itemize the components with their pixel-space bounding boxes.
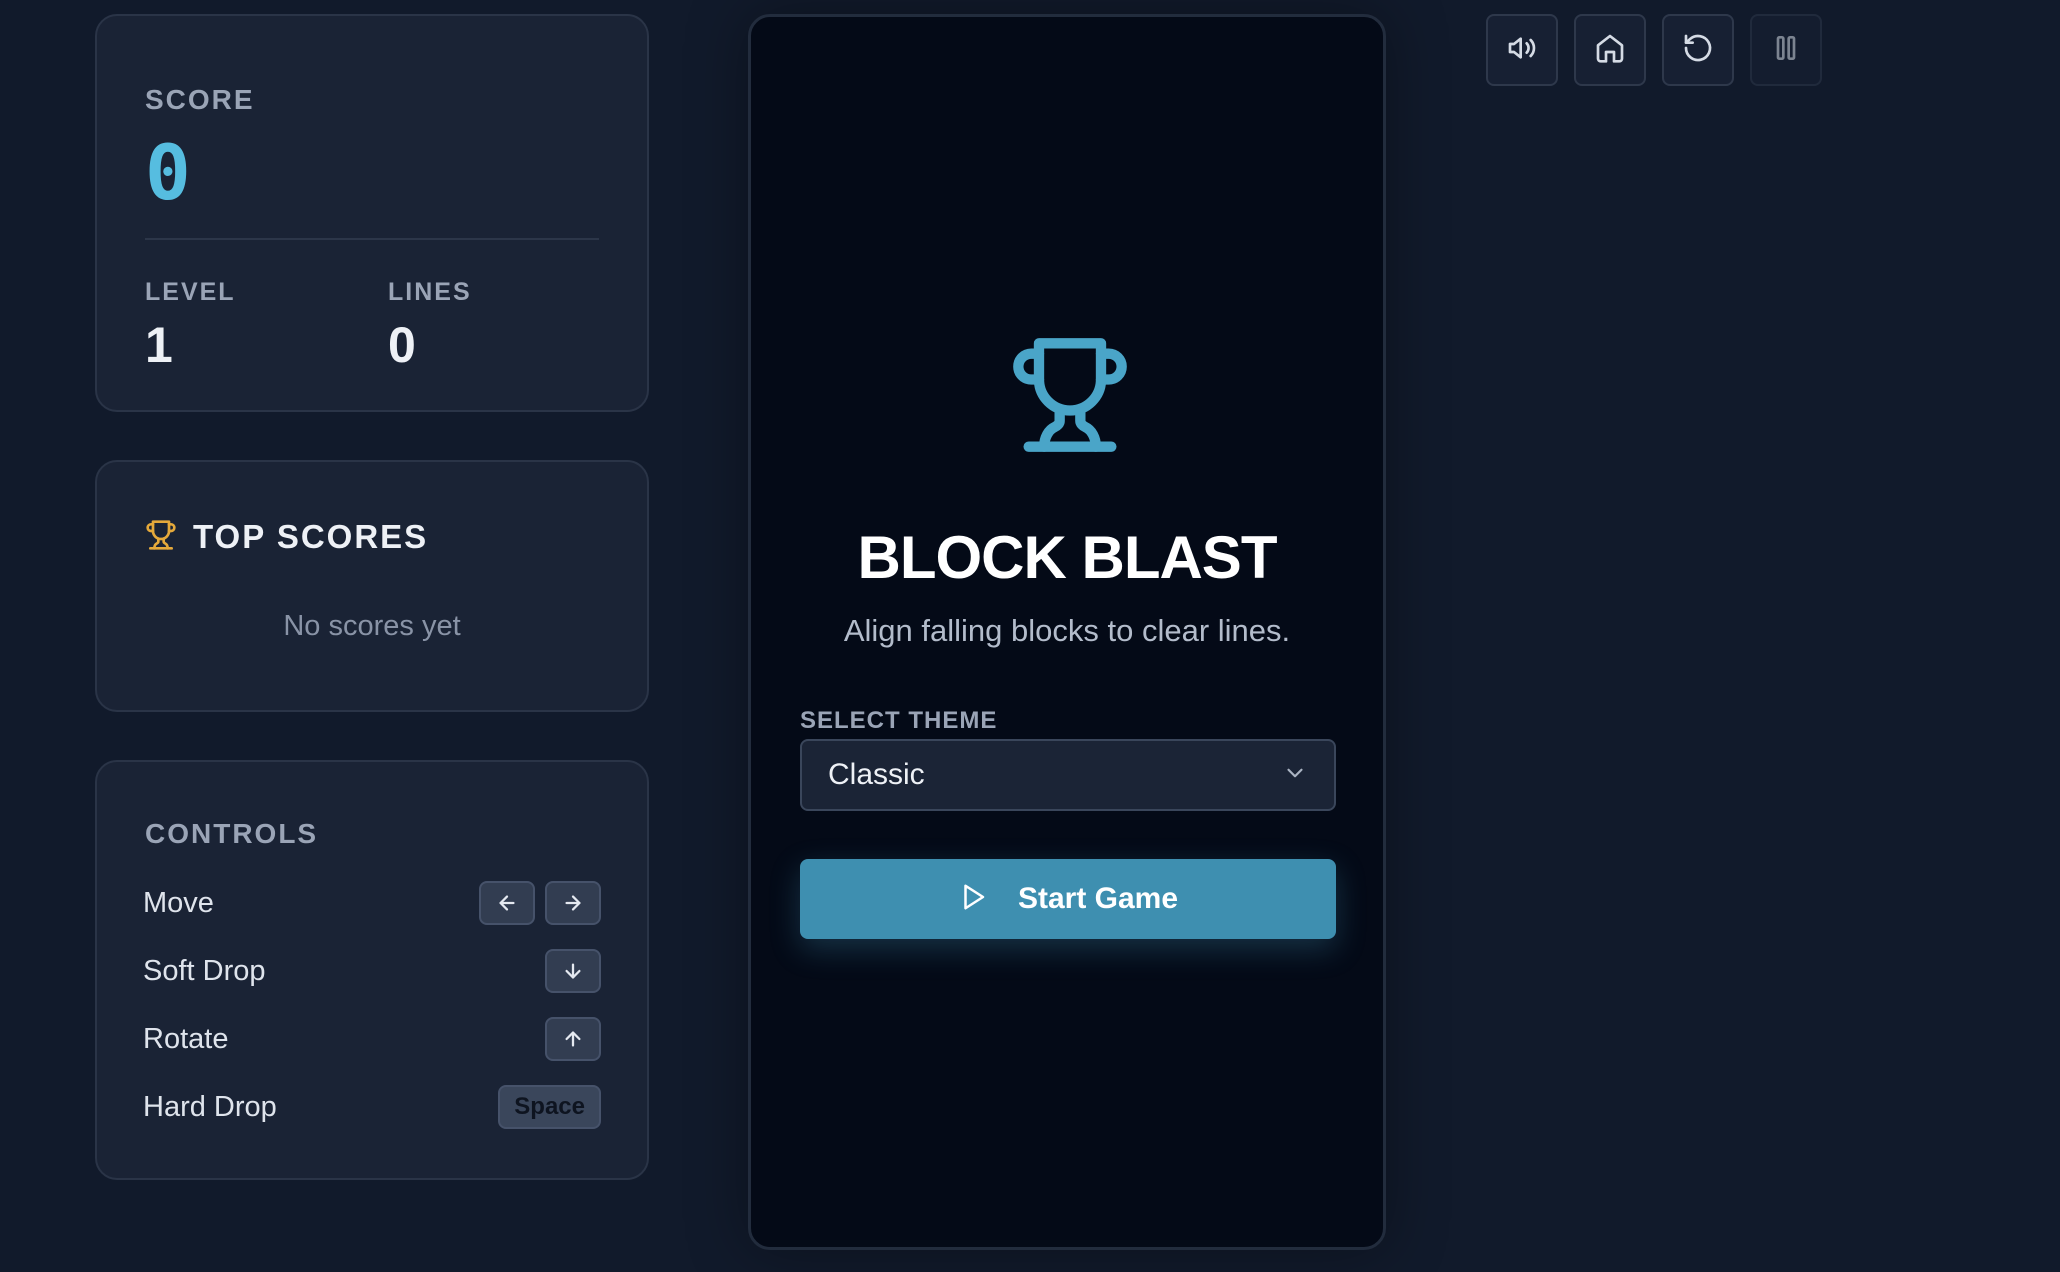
- game-subtitle: Align falling blocks to clear lines.: [843, 613, 1291, 648]
- play-icon: [958, 882, 988, 917]
- restart-icon: [1682, 32, 1714, 69]
- volume-button[interactable]: [1486, 14, 1558, 86]
- trophy-icon: [1008, 333, 1132, 462]
- level-value: 1: [145, 317, 173, 373]
- pause-icon: [1770, 32, 1802, 69]
- level-label: LEVEL: [145, 278, 236, 306]
- pause-button[interactable]: [1750, 14, 1822, 86]
- game-board[interactable]: BLOCK BLAST Align falling blocks to clea…: [748, 14, 1386, 1250]
- start-game-label: Start Game: [1017, 882, 1179, 915]
- game-title: BLOCK BLAST: [857, 524, 1278, 591]
- theme-select[interactable]: Classic: [800, 739, 1336, 811]
- top-scores-panel: TOP SCORES No scores yet: [95, 460, 649, 712]
- volume-icon: [1506, 32, 1538, 69]
- start-game-button[interactable]: Start Game: [800, 859, 1336, 939]
- top-scores-title: TOP SCORES: [193, 518, 429, 555]
- controls-title: CONTROLS: [145, 818, 319, 849]
- restart-button[interactable]: [1662, 14, 1734, 86]
- lines-label: LINES: [388, 278, 472, 306]
- score-label: SCORE: [145, 84, 255, 115]
- empty-scores-text: No scores yet: [283, 610, 461, 642]
- top-scores-header: TOP SCORES: [145, 518, 428, 556]
- score-value: 0: [145, 128, 191, 217]
- theme-selected-value: Classic: [828, 758, 925, 791]
- home-button[interactable]: [1574, 14, 1646, 86]
- chevron-down-icon: [1282, 760, 1308, 791]
- divider: [145, 238, 599, 240]
- home-icon: [1594, 32, 1626, 69]
- lines-value: 0: [388, 317, 416, 373]
- controls-panel: CONTROLS: [95, 760, 649, 1180]
- trophy-icon: [145, 519, 177, 556]
- theme-label: SELECT THEME: [800, 707, 998, 734]
- score-panel: SCORE 0 LEVEL 1 LINES 0: [95, 14, 649, 412]
